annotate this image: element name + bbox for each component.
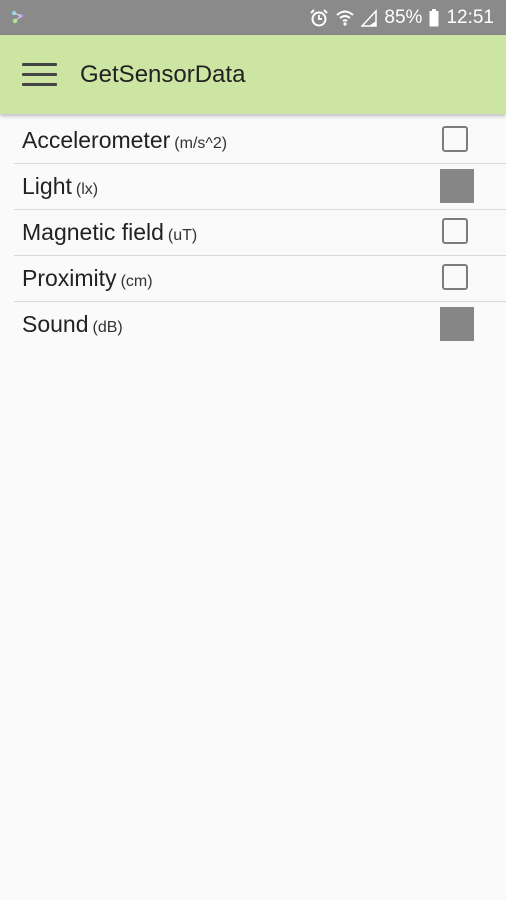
status-bar: 85% 12:51 <box>0 0 506 35</box>
battery-icon <box>429 8 439 26</box>
sensor-unit: (cm) <box>120 273 153 290</box>
sensor-name: Proximity <box>22 265 117 291</box>
signal-icon <box>361 8 378 27</box>
sensor-unit: (uT) <box>167 227 198 244</box>
app-bar: GetSensorData <box>0 35 506 114</box>
sensor-unit: (m/s^2) <box>174 135 228 152</box>
sensor-row-light[interactable]: Light (lx) <box>14 164 506 210</box>
proximity-checkbox[interactable] <box>442 264 468 290</box>
magnetic-field-checkbox[interactable] <box>442 218 468 244</box>
sensor-name: Sound <box>22 311 89 337</box>
sensor-unit: (lx) <box>75 181 99 198</box>
sensor-name: Light <box>22 173 72 199</box>
alarm-icon <box>310 8 329 26</box>
sensor-row-magnetic-field[interactable]: Magnetic field (uT) <box>14 210 506 256</box>
hamburger-menu-icon[interactable] <box>22 62 58 88</box>
light-checkbox[interactable] <box>440 169 474 203</box>
battery-percent: 85% <box>384 6 423 28</box>
accelerometer-checkbox[interactable] <box>442 126 468 152</box>
clock: 12:51 <box>446 6 494 28</box>
wifi-icon <box>336 10 355 26</box>
sensor-row-proximity[interactable]: Proximity (cm) <box>14 256 506 302</box>
sensor-row-sound[interactable]: Sound (dB) <box>14 302 506 347</box>
sensor-unit: (dB) <box>92 319 123 336</box>
app-title: GetSensorData <box>80 61 246 88</box>
sound-checkbox[interactable] <box>440 307 474 341</box>
sensor-row-accelerometer[interactable]: Accelerometer (m/s^2) <box>14 118 506 164</box>
sensor-name: Magnetic field <box>22 219 164 245</box>
notification-icon <box>11 10 24 24</box>
sensor-name: Accelerometer <box>22 127 171 153</box>
sensor-list: Accelerometer (m/s^2) Light (lx) Magnetic … <box>14 118 506 347</box>
